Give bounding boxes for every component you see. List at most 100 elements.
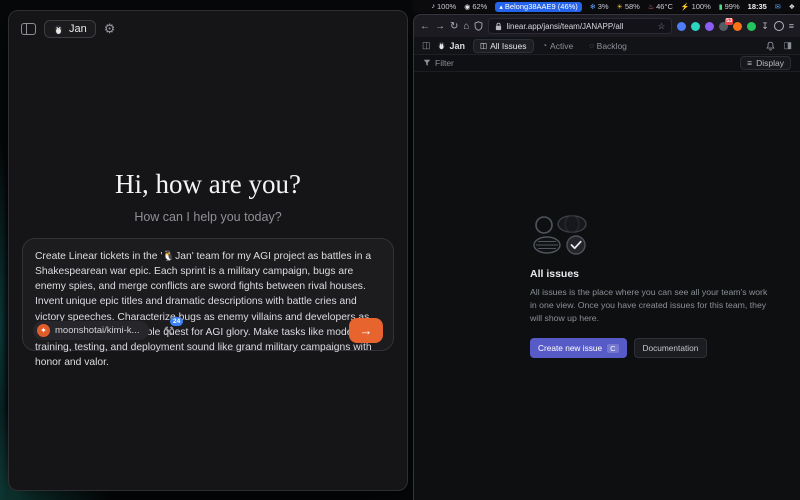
battery-value: 99%	[725, 2, 740, 11]
tab-label: Active	[550, 41, 573, 51]
clock-value: 18:35	[748, 2, 767, 11]
temperature-icon: ♨	[648, 3, 654, 11]
volume-value: 100%	[437, 2, 456, 11]
back-button[interactable]: ←	[420, 21, 430, 32]
statusbar-mic: ◉62%	[464, 2, 487, 11]
tab-label: All Issues	[490, 41, 526, 51]
display-label: Display	[756, 58, 784, 68]
url-text: linear.app/jansi/team/JANAPP/all	[506, 22, 653, 31]
greeting-title: Hi, how are you?	[9, 169, 407, 200]
jan-main-area: Hi, how are you? How can I help you toda…	[9, 169, 407, 224]
funnel-icon	[423, 59, 431, 67]
notifications-bell-icon[interactable]	[766, 41, 775, 51]
prompt-input[interactable]: Create Linear tickets in the '🐧Jan' team…	[35, 249, 381, 370]
linear-header-actions: ◨	[766, 40, 792, 51]
mic-icon: ◉	[464, 3, 470, 11]
brightness-value: 58%	[625, 2, 640, 11]
statusbar-cpu: ❄3%	[590, 2, 609, 11]
extension-icon[interactable]	[747, 22, 756, 31]
statusbar-temperature: ♨46°C	[648, 2, 673, 11]
tools-count-badge: 24	[170, 317, 183, 327]
statusbar-power: ⚡100%	[681, 2, 711, 11]
tab-active[interactable]: ◔Active	[536, 39, 581, 53]
reload-button[interactable]: ↻	[450, 21, 458, 32]
power-icon: ⚡	[681, 3, 690, 11]
statusbar-brightness: ☀58%	[617, 2, 640, 11]
empty-state: All issues All issues is the place where…	[530, 214, 768, 358]
linear-team-label: Jan	[450, 41, 466, 51]
extension-badge: 53	[725, 18, 733, 25]
linear-view-tabs: ◫All Issues ◔Active ◌ Backlog	[473, 39, 634, 53]
wifi-ssid: Belong38AAE9 (46%)	[505, 2, 578, 11]
documentation-button[interactable]: Documentation	[634, 338, 708, 358]
tab-label: Backlog	[597, 41, 627, 51]
battery-icon: ▮	[719, 3, 723, 11]
mic-value: 62%	[472, 2, 487, 11]
power-value: 100%	[692, 2, 711, 11]
mail-icon[interactable]: ✉	[775, 3, 781, 11]
download-icon[interactable]: ↧	[761, 21, 769, 32]
browser-window: ← → ↻ ⌂ linear.app/jansi/team/JANAPP/all…	[413, 14, 800, 500]
cpu-icon: ❄	[590, 3, 596, 11]
jan-app-window: Jan ⚙ Hi, how are you? How can I help yo…	[8, 10, 408, 491]
empty-state-buttons: Create new issue C Documentation	[530, 338, 768, 358]
sidebar-toggle-icon[interactable]	[21, 23, 36, 35]
clock: 18:35	[748, 2, 767, 11]
extension-icon[interactable]	[677, 22, 686, 31]
chat-icon[interactable]: ❖	[789, 3, 795, 11]
empty-state-description: All issues is the place where you can se…	[530, 286, 768, 325]
home-button[interactable]: ⌂	[463, 21, 469, 32]
bookmark-star-icon[interactable]: ☆	[658, 21, 666, 32]
system-status-bar: ♪100% ◉62% ▴Belong38AAE9 (46%) ❄3% ☀58% …	[413, 0, 800, 13]
settings-gear-icon[interactable]: ⚙	[104, 21, 116, 37]
linear-filter-bar: Filter ≡ Display	[414, 55, 800, 72]
create-new-issue-button[interactable]: Create new issue C	[530, 338, 627, 358]
linear-team[interactable]: Jan	[437, 41, 466, 51]
jan-titlebar: Jan ⚙	[9, 11, 407, 47]
model-provider-icon: ✦	[37, 324, 50, 337]
tracking-shield-icon[interactable]	[474, 21, 483, 31]
greeting-subtitle: How can I help you today?	[9, 210, 407, 224]
empty-state-title: All issues	[530, 268, 768, 280]
penguin-icon	[53, 24, 64, 35]
team-selector[interactable]: Jan	[44, 20, 96, 38]
filter-button[interactable]: Filter	[423, 58, 454, 68]
model-selector[interactable]: ✦ moonshotai/kimi-k...	[33, 321, 149, 340]
wifi-icon: ▴	[499, 3, 503, 11]
tab-all-issues[interactable]: ◫All Issues	[473, 39, 533, 53]
extension-icon[interactable]	[705, 22, 714, 31]
statusbar-volume: ♪100%	[432, 2, 457, 11]
linear-app: ◫ Jan ◫All Issues ◔Active ◌Backlog ◨ Fil…	[414, 37, 800, 500]
statusbar-wifi: ▴Belong38AAE9 (46%)	[495, 2, 581, 12]
keyboard-shortcut-badge: C	[607, 344, 618, 353]
volume-icon: ♪	[432, 3, 436, 10]
tab-backlog[interactable]: ◌ Backlog	[582, 39, 634, 53]
menu-icon[interactable]: ≡	[789, 21, 794, 31]
empty-state-illustration	[532, 214, 594, 256]
temperature-value: 46°C	[656, 2, 673, 11]
penguin-icon	[437, 41, 446, 50]
linear-header: ◫ Jan ◫All Issues ◔Active ◌Backlog ◨	[414, 37, 800, 55]
side-panel-icon[interactable]: ◨	[783, 40, 792, 51]
linear-sidebar-toggle-icon[interactable]: ◫	[422, 40, 431, 51]
send-button[interactable]: →	[349, 318, 383, 343]
extension-icon[interactable]	[733, 22, 742, 31]
all-issues-icon: ◫	[480, 41, 487, 50]
lock-icon[interactable]	[495, 22, 502, 31]
forward-button[interactable]: →	[435, 21, 445, 32]
tools-button[interactable]: ⚒ 24	[163, 322, 174, 340]
extension-icon[interactable]	[691, 22, 700, 31]
statusbar-battery: ▮99%	[719, 2, 740, 11]
composer-controls: ✦ moonshotai/kimi-k... ⚒ 24 →	[33, 318, 383, 343]
model-label: moonshotai/kimi-k...	[55, 325, 139, 336]
cpu-value: 3%	[598, 2, 609, 11]
active-icon: ◔	[543, 41, 548, 50]
backlog-icon: ◌	[589, 41, 593, 50]
account-avatar[interactable]	[774, 21, 784, 31]
address-bar[interactable]: linear.app/jansi/team/JANAPP/all ☆	[488, 18, 672, 34]
browser-toolbar: ← → ↻ ⌂ linear.app/jansi/team/JANAPP/all…	[414, 15, 800, 37]
create-new-issue-label: Create new issue	[538, 343, 602, 353]
extension-icon[interactable]: 53	[719, 22, 728, 31]
linear-content: All issues All issues is the place where…	[414, 72, 800, 500]
display-button[interactable]: ≡ Display	[740, 56, 791, 70]
